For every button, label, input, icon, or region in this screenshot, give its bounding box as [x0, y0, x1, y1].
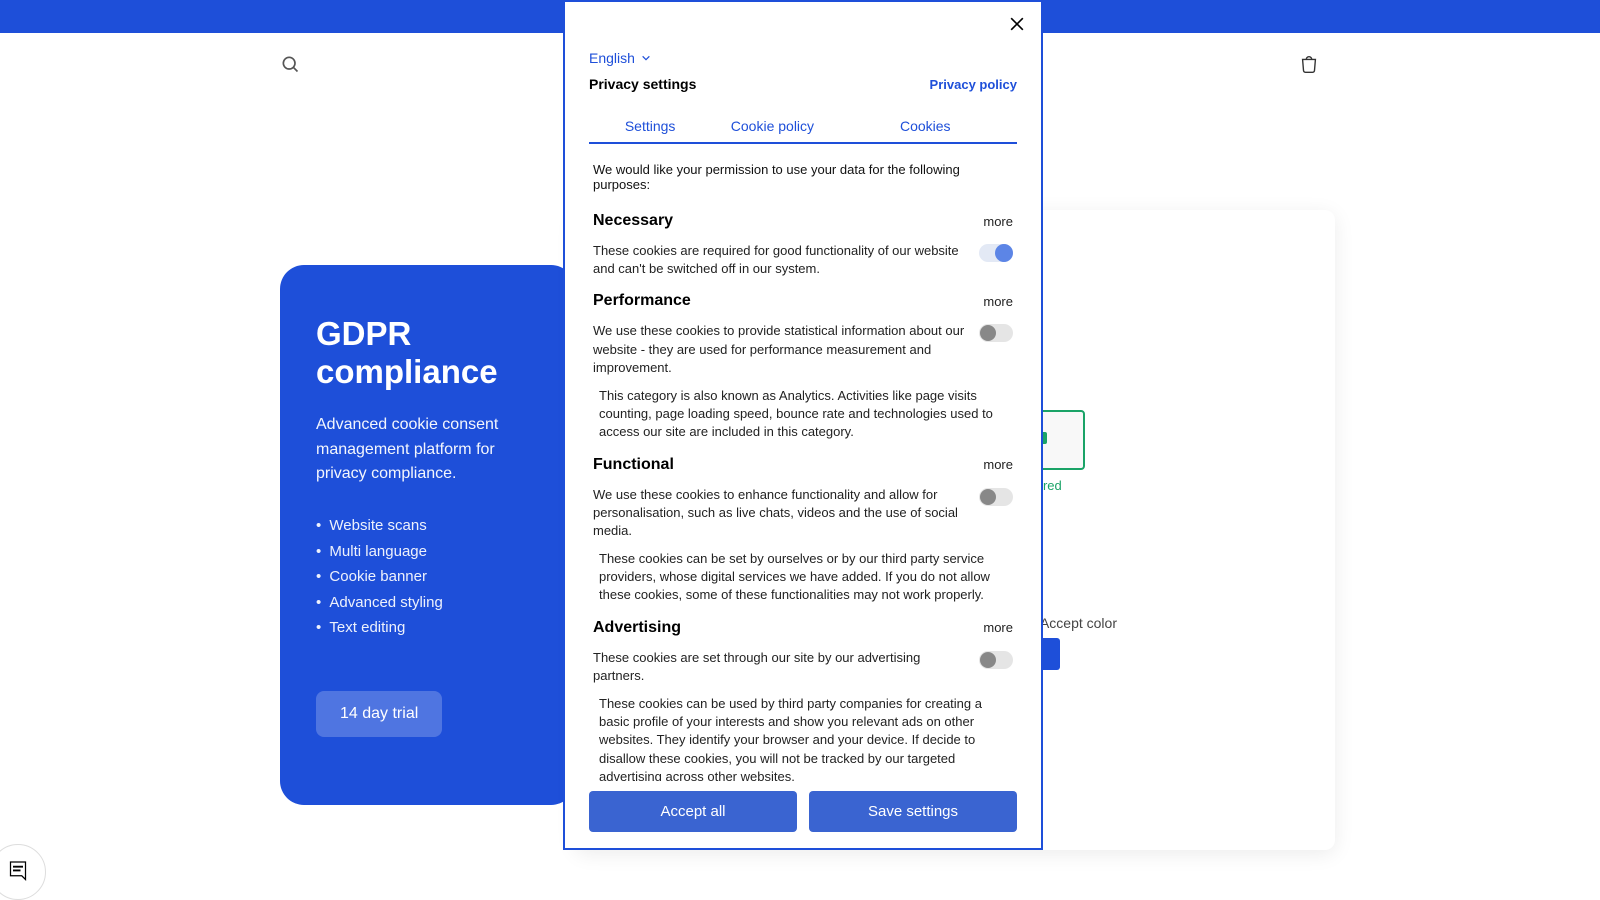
save-settings-button[interactable]: Save settings: [809, 791, 1017, 832]
modal-tabs: Settings Cookie policy Cookies: [589, 110, 1017, 144]
language-selector[interactable]: English: [589, 50, 651, 66]
close-icon: [1007, 14, 1027, 34]
modal-title: Privacy settings: [589, 76, 696, 92]
cart-icon[interactable]: [1298, 53, 1320, 75]
language-label: English: [589, 50, 635, 66]
category-title-functional: Functional: [593, 456, 674, 474]
chat-icon: [3, 857, 33, 887]
tab-cookies[interactable]: Cookies: [834, 110, 1017, 142]
list-item: Multi language: [316, 539, 539, 565]
category-extra: This category is also known as Analytics…: [593, 387, 1013, 442]
category-desc: These cookies are required for good func…: [593, 242, 965, 278]
accent-color-label: Accept color: [1040, 615, 1117, 631]
hero-title: GDPR compliance: [316, 315, 539, 391]
tab-cookie-policy[interactable]: Cookie policy: [711, 110, 833, 142]
trial-button[interactable]: 14 day trial: [316, 691, 442, 737]
hero-feature-list: Website scans Multi language Cookie bann…: [316, 513, 539, 641]
modal-content: We would like your permission to use you…: [565, 144, 1041, 781]
list-item: Website scans: [316, 513, 539, 539]
category-extra: These cookies can be used by third party…: [593, 695, 1013, 781]
privacy-settings-modal: English Privacy settings Privacy policy …: [563, 0, 1043, 850]
search-icon[interactable]: [280, 54, 300, 74]
hero-subtitle: Advanced cookie consent management platf…: [316, 413, 539, 487]
tab-settings[interactable]: Settings: [589, 110, 711, 142]
intro-text: We would like your permission to use you…: [593, 162, 1013, 192]
list-item: Text editing: [316, 615, 539, 641]
list-item: Advanced styling: [316, 590, 539, 616]
list-item: Cookie banner: [316, 564, 539, 590]
toggle-advertising[interactable]: [979, 651, 1013, 669]
privacy-policy-link[interactable]: Privacy policy: [930, 77, 1017, 92]
category-title-necessary: Necessary: [593, 212, 673, 230]
chevron-down-icon: [641, 53, 651, 63]
category-title-performance: Performance: [593, 292, 691, 310]
more-link[interactable]: more: [983, 457, 1013, 472]
more-link[interactable]: more: [983, 620, 1013, 635]
category-desc: We use these cookies to provide statisti…: [593, 322, 965, 377]
more-link[interactable]: more: [983, 214, 1013, 229]
toggle-performance[interactable]: [979, 324, 1013, 342]
category-title-advertising: Advertising: [593, 619, 681, 637]
accept-all-button[interactable]: Accept all: [589, 791, 797, 832]
category-desc: We use these cookies to enhance function…: [593, 486, 965, 541]
toggle-necessary: [979, 244, 1013, 262]
hero-card: GDPR compliance Advanced cookie consent …: [280, 265, 575, 805]
category-desc: These cookies are set through our site b…: [593, 649, 965, 685]
toggle-functional[interactable]: [979, 488, 1013, 506]
close-button[interactable]: [1005, 12, 1029, 36]
more-link[interactable]: more: [983, 294, 1013, 309]
chat-widget[interactable]: [0, 844, 46, 900]
category-extra: These cookies can be set by ourselves or…: [593, 550, 1013, 605]
